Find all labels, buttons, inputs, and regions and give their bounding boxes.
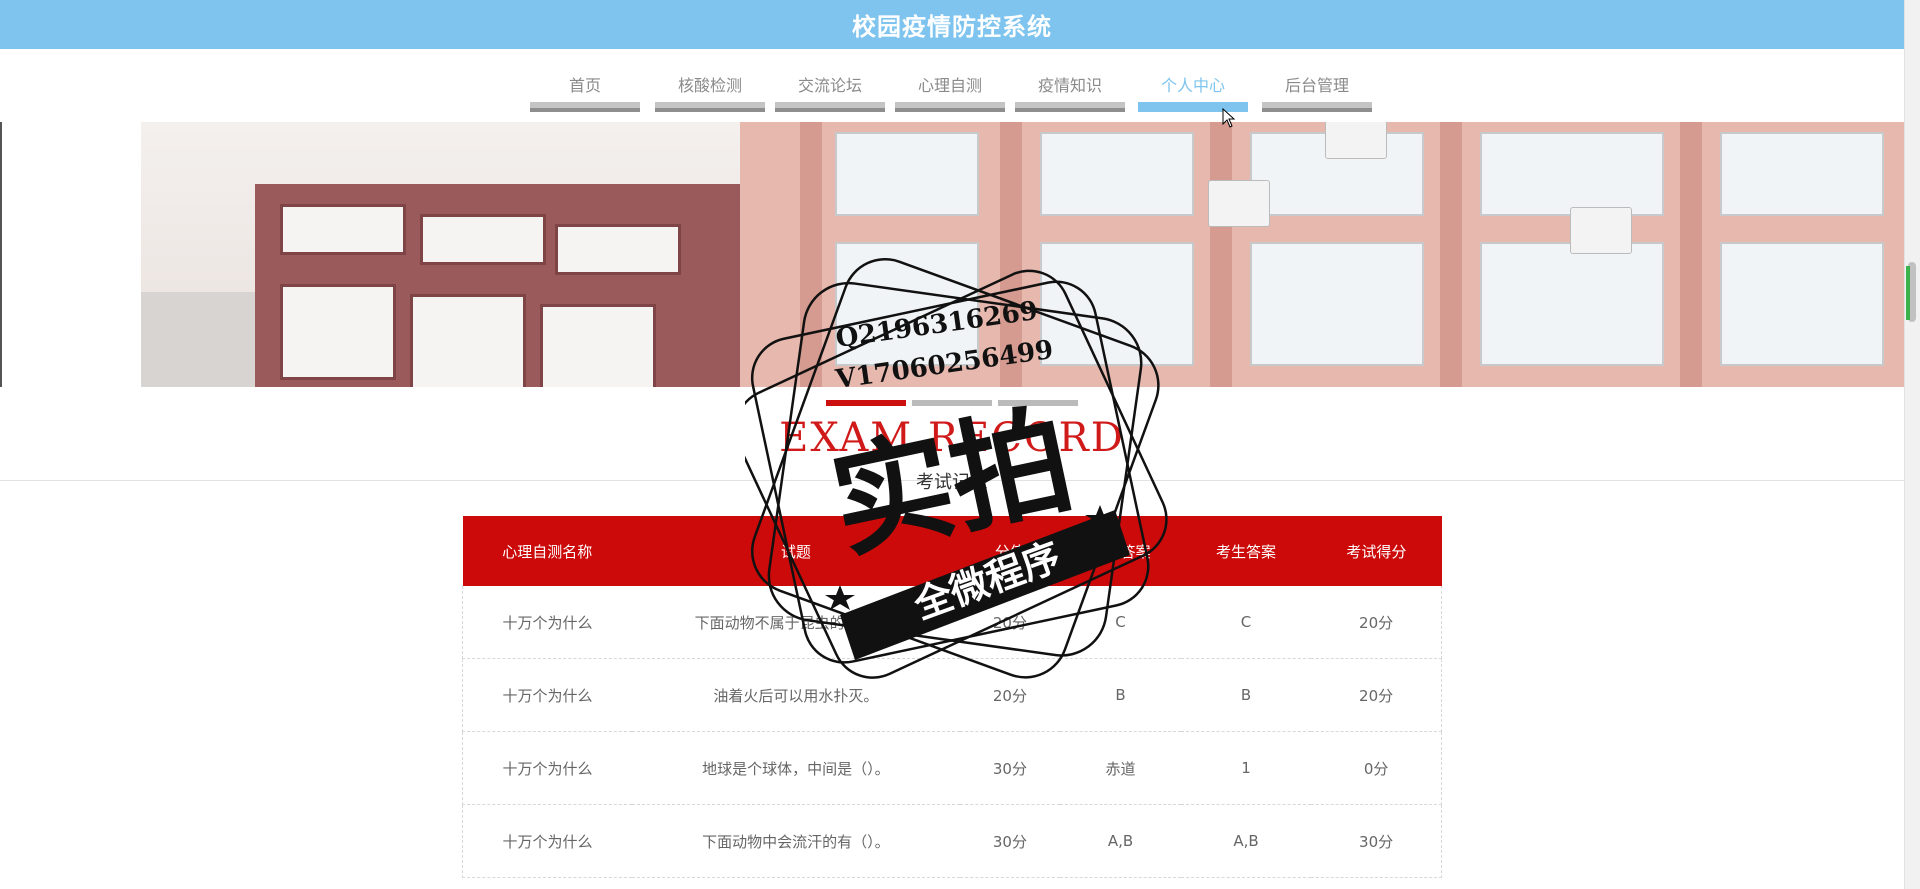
banner-building-red (255, 184, 755, 387)
nav-underline (655, 102, 765, 112)
nav-label: 交流论坛 (797, 76, 862, 95)
nav-label: 心理自测 (917, 76, 982, 95)
carousel-dot[interactable] (998, 400, 1078, 406)
nav-underline (530, 102, 640, 112)
exam-record-table: 心理自测名称 试题 分值 正确答案 考生答案 考试得分 十万个为什么 下面动物不… (462, 516, 1443, 878)
carousel-dot[interactable] (912, 400, 992, 406)
cell-exam-score: 20分 (1311, 658, 1443, 732)
cell-correct-answer: 赤道 (1060, 731, 1181, 805)
cell-question: 地球是个球体，中间是（）。 (632, 731, 960, 805)
cell-test-name: 十万个为什么 (462, 586, 633, 659)
cell-student-answer: A,B (1180, 804, 1312, 878)
cell-test-name: 十万个为什么 (462, 731, 633, 805)
nav-underline (1015, 102, 1125, 112)
top-header-bar: 校园疫情防控系统 (0, 0, 1904, 49)
table-row: 十万个为什么 油着火后可以用水扑灭。 20分 B B 20分 (462, 658, 1443, 732)
nav-item-home[interactable]: 首页 (530, 62, 640, 112)
nav-label: 首页 (568, 76, 601, 95)
cell-score-value: 20分 (959, 658, 1061, 732)
air-conditioner (1325, 122, 1387, 159)
nav-item-psych-test[interactable]: 心理自测 (895, 62, 1005, 112)
banner-building-left (139, 292, 269, 387)
section-title-cn: 考试记录 (916, 472, 988, 493)
cell-exam-score: 30分 (1311, 804, 1443, 878)
table-row: 十万个为什么 下面动物不属于昆虫的是（）。 20分 C C 20分 (462, 586, 1443, 659)
nav-item-admin[interactable]: 后台管理 (1262, 62, 1372, 112)
site-title: 校园疫情防控系统 (852, 13, 1052, 41)
cell-correct-answer: A,B (1060, 804, 1181, 878)
nav-label: 后台管理 (1284, 76, 1349, 95)
column-header: 正确答案 (1060, 516, 1181, 586)
column-header: 心理自测名称 (462, 516, 633, 586)
nav-underline (895, 102, 1005, 112)
page-scrollbar[interactable] (1904, 0, 1920, 889)
nav-label: 个人中心 (1160, 76, 1225, 95)
section-title-en: EXAM RECORD (779, 415, 1125, 461)
air-conditioner (1570, 207, 1632, 254)
cell-score-value: 30分 (959, 731, 1061, 805)
nav-label: 疫情知识 (1037, 76, 1102, 95)
nav-item-personal-center[interactable]: 个人中心 (1138, 62, 1248, 112)
cell-exam-score: 0分 (1311, 731, 1443, 805)
air-conditioner (1208, 180, 1270, 227)
nav-item-epidemic-knowledge[interactable]: 疫情知识 (1015, 62, 1125, 112)
banner-building-pink (740, 122, 1904, 387)
nav-item-nucleic-test[interactable]: 核酸检测 (655, 62, 765, 112)
banner-left-edge (0, 122, 141, 387)
cell-correct-answer: B (1060, 658, 1181, 732)
cell-student-answer: 1 (1180, 731, 1312, 805)
nav-label: 核酸检测 (677, 76, 742, 95)
cell-question: 油着火后可以用水扑灭。 (632, 658, 960, 732)
cell-student-answer: C (1180, 586, 1312, 659)
table-row: 十万个为什么 下面动物中会流汗的有（）。 30分 A,B A,B 30分 (462, 804, 1443, 878)
table-row: 十万个为什么 地球是个球体，中间是（）。 30分 赤道 1 0分 (462, 731, 1443, 805)
banner-image (0, 122, 1904, 387)
mouse-cursor-icon (1222, 108, 1236, 128)
cell-question: 下面动物中会流汗的有（）。 (632, 804, 960, 878)
cell-question: 下面动物不属于昆虫的是（）。 (632, 586, 960, 659)
scrollbar-indicator (1906, 266, 1910, 320)
cell-correct-answer: C (1060, 586, 1181, 659)
column-header: 试题 (632, 516, 960, 586)
cell-test-name: 十万个为什么 (462, 658, 633, 732)
cell-student-answer: B (1180, 658, 1312, 732)
column-header: 考生答案 (1180, 516, 1312, 586)
carousel-dot[interactable] (826, 400, 906, 406)
table-header-row: 心理自测名称 试题 分值 正确答案 考生答案 考试得分 (462, 516, 1442, 586)
cell-score-value: 30分 (959, 804, 1061, 878)
column-header: 分值 (959, 516, 1061, 586)
column-header: 考试得分 (1311, 516, 1442, 586)
nav-underline (1262, 102, 1372, 112)
nav-underline (775, 102, 885, 112)
cell-test-name: 十万个为什么 (462, 804, 633, 878)
nav-item-forum[interactable]: 交流论坛 (775, 62, 885, 112)
cell-exam-score: 20分 (1311, 586, 1443, 659)
cell-score-value: 20分 (959, 586, 1061, 659)
